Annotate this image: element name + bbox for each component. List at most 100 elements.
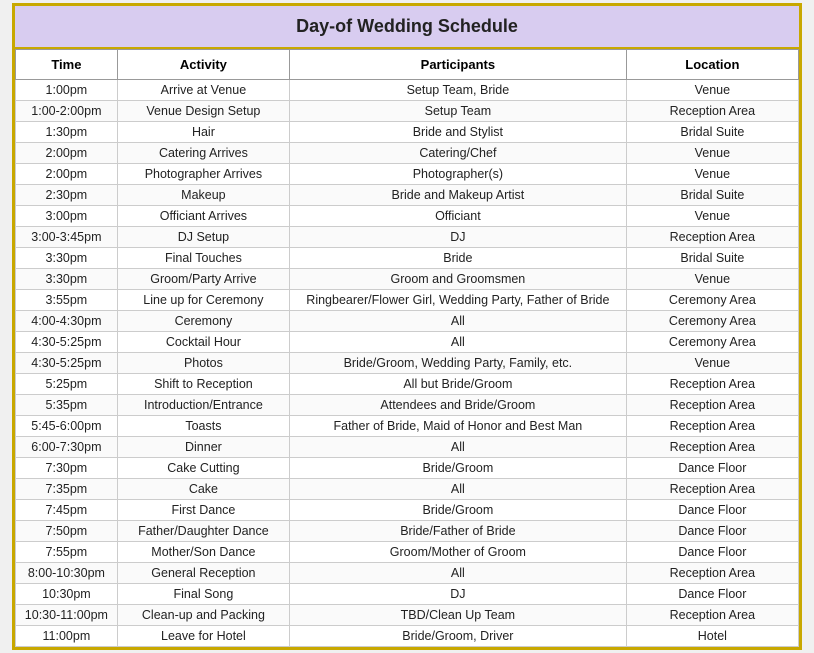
cell-activity: Father/Daughter Dance	[117, 521, 289, 542]
cell-participants: Bride/Groom, Driver	[290, 626, 627, 647]
cell-time: 5:25pm	[16, 374, 118, 395]
cell-time: 4:30-5:25pm	[16, 353, 118, 374]
cell-time: 4:30-5:25pm	[16, 332, 118, 353]
cell-time: 2:30pm	[16, 185, 118, 206]
cell-participants: All	[290, 332, 627, 353]
header-location: Location	[626, 50, 798, 80]
cell-location: Venue	[626, 164, 798, 185]
cell-participants: Father of Bride, Maid of Honor and Best …	[290, 416, 627, 437]
cell-activity: DJ Setup	[117, 227, 289, 248]
cell-activity: Arrive at Venue	[117, 80, 289, 101]
schedule-table: Time Activity Participants Location 1:00…	[15, 49, 799, 647]
cell-location: Reception Area	[626, 416, 798, 437]
cell-time: 2:00pm	[16, 143, 118, 164]
cell-participants: DJ	[290, 584, 627, 605]
cell-time: 6:00-7:30pm	[16, 437, 118, 458]
cell-location: Ceremony Area	[626, 311, 798, 332]
cell-time: 3:30pm	[16, 269, 118, 290]
cell-time: 5:45-6:00pm	[16, 416, 118, 437]
cell-time: 3:00-3:45pm	[16, 227, 118, 248]
cell-activity: Final Touches	[117, 248, 289, 269]
cell-activity: Officiant Arrives	[117, 206, 289, 227]
table-row: 5:45-6:00pmToastsFather of Bride, Maid o…	[16, 416, 799, 437]
cell-location: Venue	[626, 143, 798, 164]
cell-activity: General Reception	[117, 563, 289, 584]
cell-activity: First Dance	[117, 500, 289, 521]
cell-time: 3:55pm	[16, 290, 118, 311]
cell-location: Dance Floor	[626, 521, 798, 542]
cell-participants: Bride/Groom	[290, 458, 627, 479]
cell-participants: Officiant	[290, 206, 627, 227]
cell-location: Reception Area	[626, 374, 798, 395]
cell-participants: All but Bride/Groom	[290, 374, 627, 395]
table-row: 7:45pmFirst DanceBride/GroomDance Floor	[16, 500, 799, 521]
table-row: 3:00pmOfficiant ArrivesOfficiantVenue	[16, 206, 799, 227]
cell-activity: Cake Cutting	[117, 458, 289, 479]
table-row: 2:30pmMakeupBride and Makeup ArtistBrida…	[16, 185, 799, 206]
cell-activity: Photographer Arrives	[117, 164, 289, 185]
cell-location: Venue	[626, 80, 798, 101]
table-row: 1:00pmArrive at VenueSetup Team, BrideVe…	[16, 80, 799, 101]
cell-activity: Groom/Party Arrive	[117, 269, 289, 290]
table-row: 4:30-5:25pmPhotosBride/Groom, Wedding Pa…	[16, 353, 799, 374]
cell-time: 10:30pm	[16, 584, 118, 605]
cell-location: Dance Floor	[626, 584, 798, 605]
cell-participants: Groom/Mother of Groom	[290, 542, 627, 563]
table-row: 6:00-7:30pmDinnerAllReception Area	[16, 437, 799, 458]
cell-location: Dance Floor	[626, 542, 798, 563]
table-row: 7:50pmFather/Daughter DanceBride/Father …	[16, 521, 799, 542]
cell-participants: Setup Team	[290, 101, 627, 122]
cell-activity: Makeup	[117, 185, 289, 206]
cell-activity: Photos	[117, 353, 289, 374]
cell-location: Ceremony Area	[626, 332, 798, 353]
cell-participants: Bride/Groom, Wedding Party, Family, etc.	[290, 353, 627, 374]
cell-location: Venue	[626, 269, 798, 290]
cell-time: 11:00pm	[16, 626, 118, 647]
cell-location: Bridal Suite	[626, 185, 798, 206]
table-row: 7:55pmMother/Son DanceGroom/Mother of Gr…	[16, 542, 799, 563]
cell-location: Bridal Suite	[626, 248, 798, 269]
cell-participants: Photographer(s)	[290, 164, 627, 185]
cell-participants: All	[290, 479, 627, 500]
cell-activity: Ceremony	[117, 311, 289, 332]
cell-time: 7:35pm	[16, 479, 118, 500]
cell-participants: Ringbearer/Flower Girl, Wedding Party, F…	[290, 290, 627, 311]
cell-activity: Cake	[117, 479, 289, 500]
cell-location: Venue	[626, 206, 798, 227]
table-row: 7:35pmCakeAllReception Area	[16, 479, 799, 500]
cell-location: Reception Area	[626, 395, 798, 416]
cell-activity: Final Song	[117, 584, 289, 605]
cell-time: 8:00-10:30pm	[16, 563, 118, 584]
table-row: 3:30pmGroom/Party ArriveGroom and Grooms…	[16, 269, 799, 290]
table-row: 1:00-2:00pmVenue Design SetupSetup TeamR…	[16, 101, 799, 122]
table-row: 4:30-5:25pmCocktail HourAllCeremony Area	[16, 332, 799, 353]
table-row: 3:55pmLine up for CeremonyRingbearer/Flo…	[16, 290, 799, 311]
cell-participants: Setup Team, Bride	[290, 80, 627, 101]
table-row: 5:35pmIntroduction/EntranceAttendees and…	[16, 395, 799, 416]
cell-activity: Venue Design Setup	[117, 101, 289, 122]
cell-participants: All	[290, 563, 627, 584]
cell-location: Reception Area	[626, 605, 798, 626]
cell-time: 10:30-11:00pm	[16, 605, 118, 626]
cell-participants: Bride and Makeup Artist	[290, 185, 627, 206]
cell-time: 4:00-4:30pm	[16, 311, 118, 332]
cell-participants: Bride/Groom	[290, 500, 627, 521]
cell-activity: Dinner	[117, 437, 289, 458]
header-row: Time Activity Participants Location	[16, 50, 799, 80]
table-row: 3:30pmFinal TouchesBrideBridal Suite	[16, 248, 799, 269]
cell-activity: Toasts	[117, 416, 289, 437]
cell-location: Reception Area	[626, 563, 798, 584]
table-row: 4:00-4:30pmCeremonyAllCeremony Area	[16, 311, 799, 332]
cell-time: 7:55pm	[16, 542, 118, 563]
table-row: 5:25pmShift to ReceptionAll but Bride/Gr…	[16, 374, 799, 395]
cell-location: Venue	[626, 353, 798, 374]
cell-time: 7:45pm	[16, 500, 118, 521]
cell-time: 7:50pm	[16, 521, 118, 542]
title-row: Day-of Wedding Schedule	[15, 6, 799, 49]
table-row: 1:30pmHairBride and StylistBridal Suite	[16, 122, 799, 143]
cell-time: 1:00-2:00pm	[16, 101, 118, 122]
header-participants: Participants	[290, 50, 627, 80]
cell-activity: Introduction/Entrance	[117, 395, 289, 416]
cell-activity: Catering Arrives	[117, 143, 289, 164]
cell-location: Hotel	[626, 626, 798, 647]
